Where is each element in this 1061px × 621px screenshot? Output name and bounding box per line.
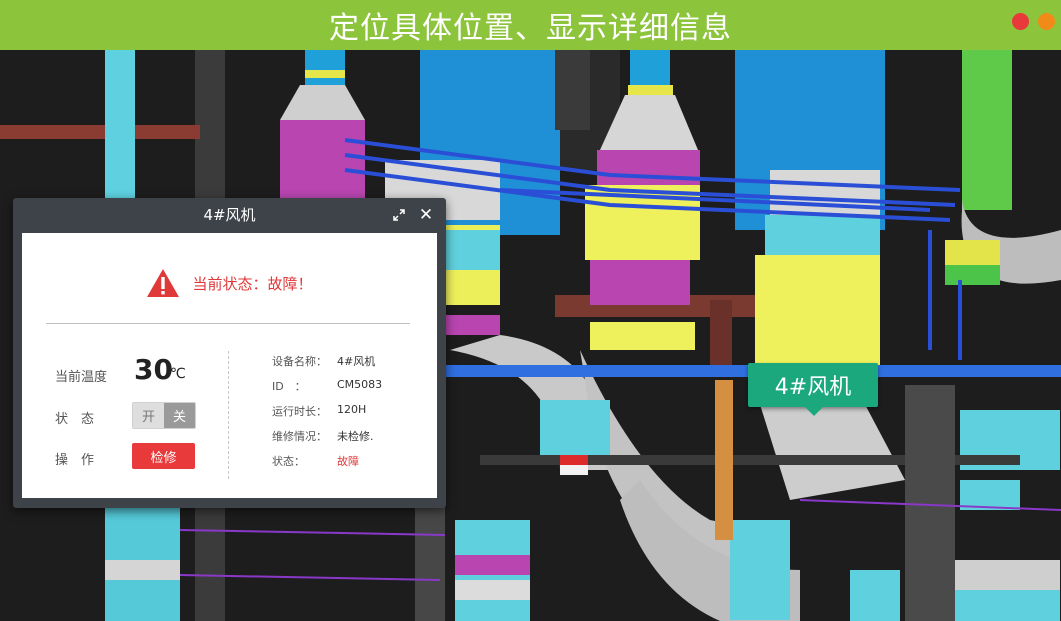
red-dot-icon[interactable] <box>1012 13 1029 30</box>
info-value-id: CM5083 <box>337 378 383 391</box>
temperature-label: 当前温度 <box>55 370 108 385</box>
alert-row: 当前状态：故障！ <box>22 265 437 301</box>
toggle-off-option[interactable]: 关 <box>164 403 195 428</box>
device-info-panel: 4#风机 ✕ 当前状态：故障！ 当前温度 30 ℃ 状 态 开 关 操 作 检修… <box>13 198 446 508</box>
warning-icon <box>147 269 180 297</box>
info-key-runtime: 运行时长： <box>272 405 327 418</box>
info-key-maintenance: 维修情况： <box>272 430 327 443</box>
device-location-tag[interactable]: 4#风机 <box>748 363 878 416</box>
close-icon[interactable]: ✕ <box>418 205 434 225</box>
alert-text: 当前状态：故障！ <box>192 274 313 293</box>
operation-label: 操 作 <box>55 453 95 468</box>
info-value-name: 4#风机 <box>337 355 376 368</box>
panel-title: 4#风机 <box>203 206 256 224</box>
expand-icon[interactable] <box>392 208 406 222</box>
repair-button[interactable]: 检修 <box>132 443 195 469</box>
page-title: 定位具体位置、显示详细信息 <box>329 11 732 46</box>
temperature-unit: ℃ <box>170 366 186 382</box>
info-value-runtime: 120H <box>337 403 367 416</box>
temperature-value: 30 <box>134 353 173 386</box>
panel-header: 4#风机 ✕ <box>13 198 446 232</box>
toggle-on-option[interactable]: 开 <box>133 403 164 428</box>
info-key-status: 状态： <box>272 455 305 468</box>
vertical-divider <box>228 351 229 479</box>
divider <box>46 323 410 324</box>
info-value-status: 故障 <box>337 455 359 468</box>
info-key-name: 设备名称： <box>272 355 327 368</box>
info-key-id: ID ： <box>272 380 306 393</box>
orange-dot-icon[interactable] <box>1038 13 1055 30</box>
info-value-maintenance: 未检修. <box>337 430 374 443</box>
title-bar: 定位具体位置、显示详细信息 <box>0 0 1061 50</box>
status-label: 状 态 <box>55 412 95 427</box>
panel-body: 当前状态：故障！ 当前温度 30 ℃ 状 态 开 关 操 作 检修 设备名称： … <box>22 233 437 498</box>
window-dots <box>1012 13 1055 30</box>
power-toggle[interactable]: 开 关 <box>132 402 196 429</box>
